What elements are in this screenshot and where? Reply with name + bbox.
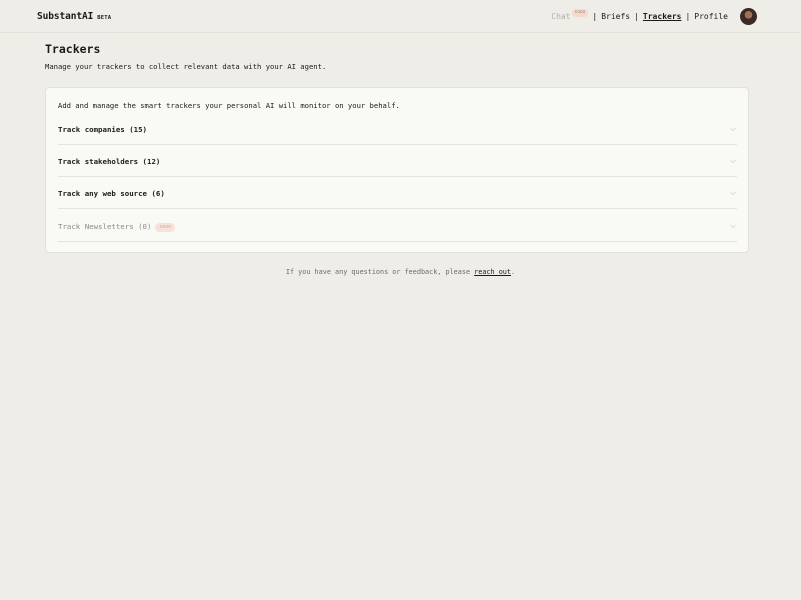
nav-trackers[interactable]: Trackers [643, 12, 682, 21]
footer-text: If you have any questions or feedback, p… [285, 268, 475, 276]
chevron-down-icon [730, 224, 736, 229]
beta-label: BETA [97, 15, 112, 21]
chevron-down-icon [730, 159, 736, 164]
tracker-row-stakeholders[interactable]: Track stakeholders (12) [58, 145, 737, 177]
nav-separator: | [634, 12, 639, 21]
chevron-down-icon [730, 191, 736, 196]
reach-out-link[interactable]: reach out [474, 268, 511, 276]
nav-separator: | [685, 12, 691, 21]
tracker-row-web-source[interactable]: Track any web source (6) [58, 177, 737, 209]
trackers-card: Add and manage the smart trackers your p… [45, 87, 749, 253]
page-subtitle: Manage your trackers to collect relevant… [45, 62, 327, 71]
tracker-label: Track companies (15) [58, 125, 147, 134]
page-title: Trackers [45, 42, 101, 56]
brand[interactable]: SubstantAI BETA [37, 11, 111, 22]
tracker-row-newsletters: Track Newsletters (0) soon [58, 210, 737, 242]
tracker-label: Track Newsletters (0) soon [58, 222, 176, 233]
tracker-label-text: Track Newsletters (0) [58, 222, 152, 231]
chevron-down-icon [730, 127, 736, 132]
nav-briefs[interactable]: Briefs [601, 12, 630, 21]
soon-badge: soon [155, 223, 176, 232]
footer-end: . [511, 268, 516, 276]
tracker-row-companies[interactable]: Track companies (15) [58, 113, 737, 145]
user-avatar[interactable] [740, 8, 757, 25]
nav-separator: | [592, 12, 598, 21]
card-intro: Add and manage the smart trackers your p… [58, 101, 400, 110]
nav-profile[interactable]: Profile [694, 12, 728, 21]
brand-name: SubstantAI [37, 11, 94, 22]
footer-note: If you have any questions or feedback, p… [0, 268, 801, 276]
chat-soon-badge: soon [571, 8, 589, 17]
top-header: SubstantAI BETA Chat soon | Briefs | Tra… [0, 0, 801, 33]
main-nav: Chat soon | Briefs | Trackers | Profile [551, 8, 728, 21]
tracker-label: Track any web source (6) [58, 189, 165, 198]
nav-chat[interactable]: Chat [551, 12, 570, 21]
tracker-label: Track stakeholders (12) [58, 157, 161, 166]
